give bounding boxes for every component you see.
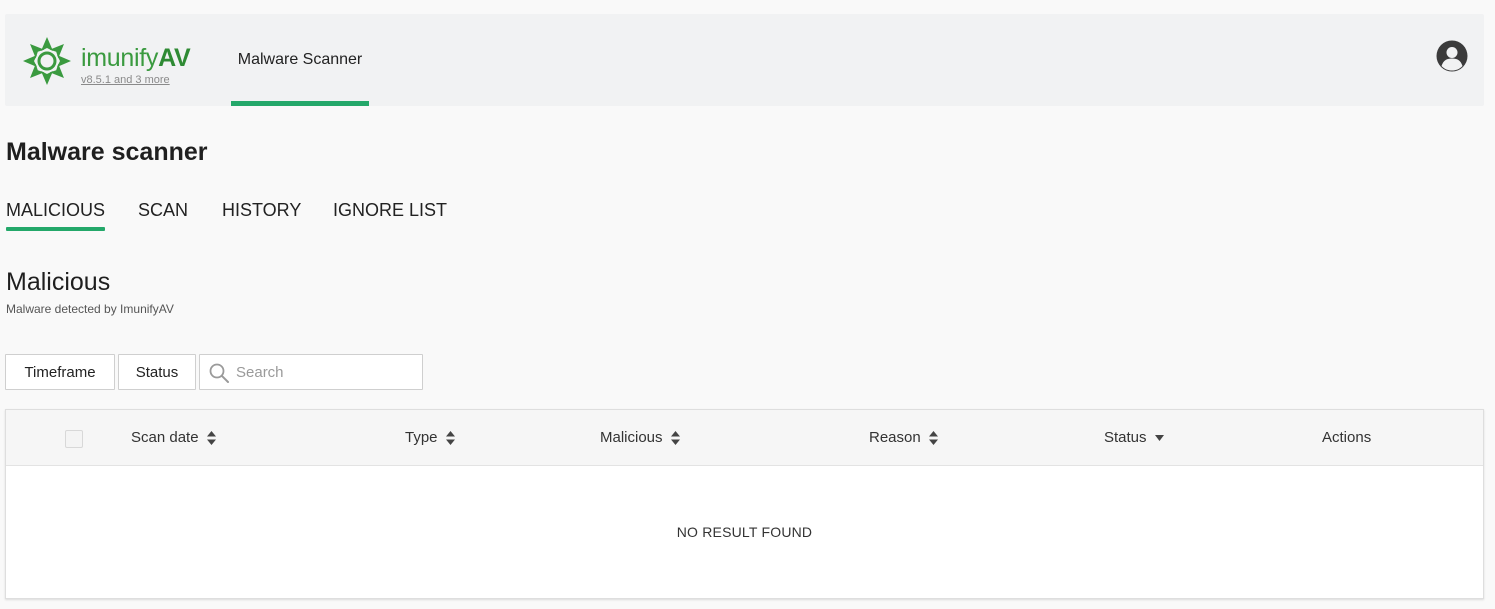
- search-icon: [209, 363, 229, 383]
- sort-both-icon: [670, 430, 680, 445]
- column-header-reason[interactable]: Reason: [869, 429, 938, 446]
- column-header-malicious[interactable]: Malicious: [600, 429, 680, 446]
- user-avatar-icon[interactable]: [1436, 40, 1468, 72]
- status-filter-button[interactable]: Status: [118, 354, 196, 390]
- column-header-status[interactable]: Status: [1104, 429, 1164, 446]
- column-label: Scan date: [131, 429, 199, 446]
- brand-name-bold: AV: [158, 44, 191, 72]
- timeframe-filter-button[interactable]: Timeframe: [5, 354, 115, 390]
- tab-malicious[interactable]: MALICIOUS: [6, 200, 106, 231]
- brand-name: imunifyAV: [81, 44, 191, 72]
- column-header-scan-date[interactable]: Scan date: [131, 429, 216, 446]
- top-navigation-bar: imunifyAV v8.5.1 and 3 more Malware Scan…: [5, 14, 1484, 106]
- tab-history[interactable]: HISTORY: [222, 200, 301, 229]
- column-header-actions: Actions: [1322, 429, 1371, 446]
- sort-both-icon: [206, 430, 216, 445]
- brand-name-light: imunify: [81, 44, 159, 72]
- section-title: Malicious: [6, 268, 111, 296]
- search-input[interactable]: [236, 355, 416, 389]
- page-title: Malware scanner: [6, 138, 208, 166]
- tab-scan[interactable]: SCAN: [138, 200, 188, 229]
- column-label: Type: [405, 429, 438, 446]
- tab-ignore-list[interactable]: IGNORE LIST: [333, 200, 447, 229]
- section-subtitle: Malware detected by ImunifyAV: [6, 302, 174, 316]
- sort-down-icon: [1154, 434, 1164, 441]
- nav-tab-malware-scanner[interactable]: Malware Scanner: [231, 14, 369, 106]
- column-label: Malicious: [600, 429, 663, 446]
- search-box: [199, 354, 423, 390]
- column-label: Reason: [869, 429, 921, 446]
- table-header: Scan date Type Malicious Reason Status A…: [6, 410, 1483, 466]
- column-label: Actions: [1322, 429, 1372, 446]
- select-all-checkbox[interactable]: [65, 430, 83, 448]
- version-link[interactable]: v8.5.1 and 3 more: [81, 74, 170, 86]
- column-header-type[interactable]: Type: [405, 429, 455, 446]
- imunify-logo-icon[interactable]: [22, 36, 72, 86]
- sort-both-icon: [928, 430, 938, 445]
- malicious-table: Scan date Type Malicious Reason Status A…: [5, 409, 1484, 599]
- empty-state-message: NO RESULT FOUND: [676, 524, 813, 540]
- column-label: Status: [1104, 429, 1147, 446]
- sort-both-icon: [445, 430, 455, 445]
